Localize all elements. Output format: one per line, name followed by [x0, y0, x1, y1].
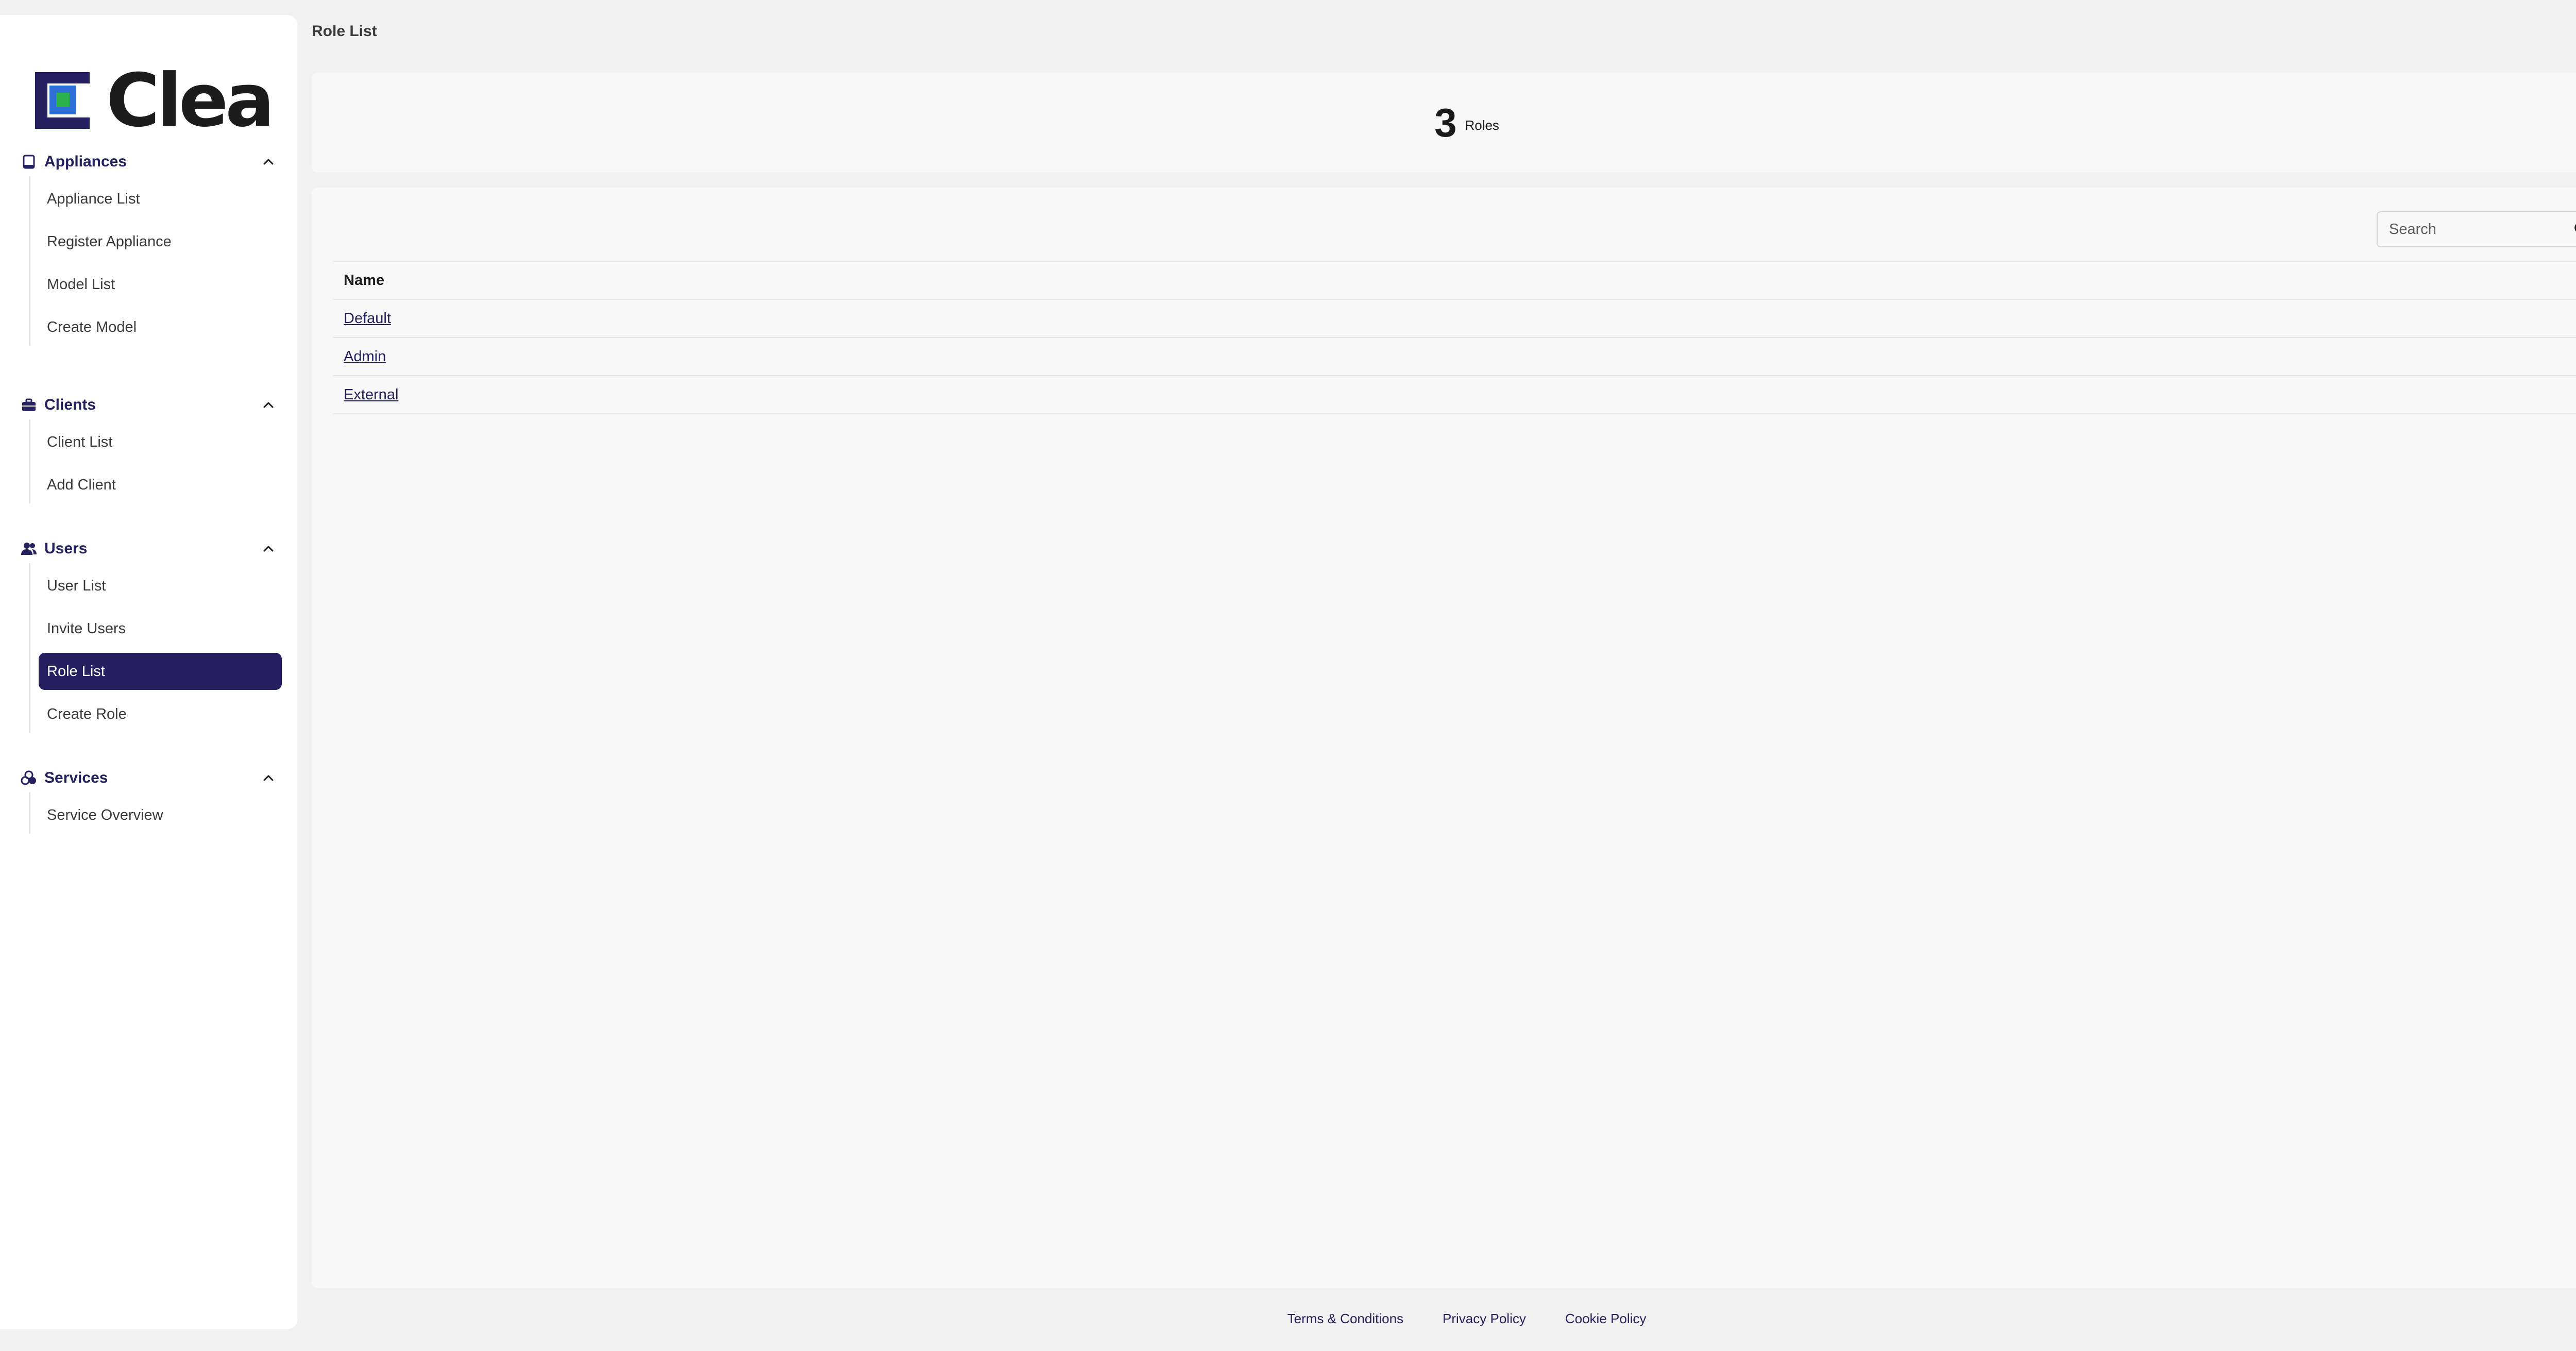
nav-header-services[interactable]: Services: [0, 764, 297, 792]
briefcase-icon: [22, 398, 36, 411]
nav-section-users: Users User List Invite Users Role List C…: [0, 534, 297, 738]
roles-table-card: Name Default Admin External: [312, 188, 2576, 1288]
sidebar-item-model-list[interactable]: Model List: [39, 266, 282, 303]
nav-section-label: Services: [44, 769, 108, 786]
sidebar-item-service-overview[interactable]: Service Overview: [39, 797, 282, 834]
chevron-up-icon[interactable]: [260, 770, 277, 786]
sidebar-item-create-role[interactable]: Create Role: [39, 696, 282, 733]
nav-section-label: Clients: [44, 396, 96, 413]
table-cell: Admin: [333, 337, 2576, 376]
table-row: External: [333, 375, 2576, 414]
sidebar-item-role-list[interactable]: Role List: [39, 653, 282, 690]
table-cell: External: [333, 375, 2576, 414]
search-icon[interactable]: [2573, 221, 2576, 238]
nav-section-appliances: Appliances Appliance List Register Appli…: [0, 147, 297, 351]
sidebar-item-add-client[interactable]: Add Client: [39, 466, 282, 503]
nav-header-users[interactable]: Users: [0, 534, 297, 563]
roles-table: Name Default Admin External: [333, 261, 2576, 414]
role-count-label: Roles: [1465, 117, 1499, 133]
footer: Terms & Conditions Privacy Policy Cookie…: [312, 1311, 2576, 1327]
sidebar-item-client-list[interactable]: Client List: [39, 424, 282, 461]
search-input[interactable]: [2378, 212, 2568, 246]
sidebar-item-appliance-list[interactable]: Appliance List: [39, 180, 282, 217]
chevron-up-icon[interactable]: [260, 154, 277, 170]
nav-header-clients[interactable]: Clients: [0, 391, 297, 419]
role-link-external[interactable]: External: [344, 386, 398, 403]
column-header-name[interactable]: Name: [333, 261, 2576, 299]
nav-section-services: Services Service Overview: [0, 764, 297, 839]
footer-link-cookie[interactable]: Cookie Policy: [1565, 1311, 1647, 1327]
footer-link-terms[interactable]: Terms & Conditions: [1287, 1311, 1403, 1327]
role-link-default[interactable]: Default: [344, 310, 391, 327]
sidebar: Clea Appliances Appliance List Register …: [0, 15, 297, 1329]
table-header-row: Name: [333, 261, 2576, 299]
sidebar-item-create-model[interactable]: Create Model: [39, 309, 282, 346]
cubes-icon: [21, 770, 36, 785]
tablet-icon: [23, 155, 35, 169]
table-cell: Default: [333, 299, 2576, 337]
chevron-up-icon[interactable]: [260, 397, 277, 413]
page-title: Role List: [312, 23, 377, 40]
brand-logo[interactable]: Clea: [35, 58, 275, 143]
nav-items-services: Service Overview: [29, 792, 297, 834]
table-row: Default: [333, 299, 2576, 337]
nav-items-clients: Client List Add Client: [29, 419, 297, 503]
brand-name: Clea: [106, 58, 275, 143]
nav-items-appliances: Appliance List Register Appliance Model …: [29, 176, 297, 346]
table-row: Admin: [333, 337, 2576, 376]
stats-card: 3 Roles: [312, 73, 2576, 173]
users-icon: [21, 543, 37, 555]
chevron-up-icon[interactable]: [260, 541, 277, 557]
clea-logo-icon: [35, 72, 90, 129]
sidebar-item-user-list[interactable]: User List: [39, 567, 282, 604]
nav-section-clients: Clients Client List Add Client: [0, 391, 297, 509]
sidebar-item-invite-users[interactable]: Invite Users: [39, 610, 282, 647]
footer-link-privacy[interactable]: Privacy Policy: [1443, 1311, 1526, 1327]
role-link-admin[interactable]: Admin: [344, 348, 386, 365]
sidebar-item-register-appliance[interactable]: Register Appliance: [39, 223, 282, 260]
role-count: 3: [1434, 100, 1457, 145]
nav-header-appliances[interactable]: Appliances: [0, 147, 297, 176]
app-root: Clea Appliances Appliance List Register …: [0, 0, 2576, 1351]
nav-section-label: Users: [44, 540, 88, 557]
nav-section-label: Appliances: [44, 153, 127, 170]
nav-items-users: User List Invite Users Role List Create …: [29, 563, 297, 733]
search-box: [2377, 211, 2576, 247]
